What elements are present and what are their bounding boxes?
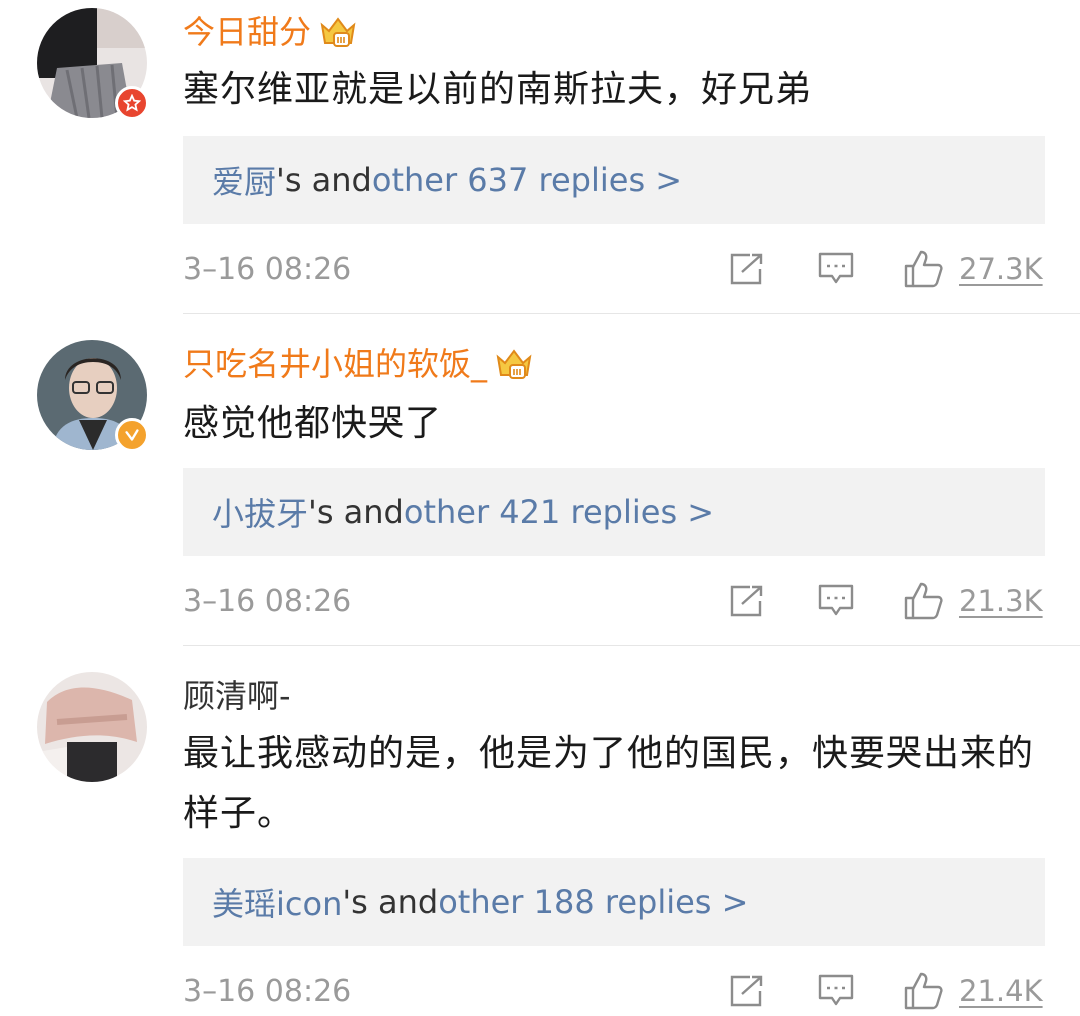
comment-icon: [818, 252, 854, 284]
comment-text: 感觉他都快哭了: [183, 403, 443, 444]
reply-connector: 's and: [276, 161, 372, 199]
username[interactable]: 顾清啊-: [183, 676, 291, 716]
like-icon: [904, 972, 943, 1010]
more-replies-link[interactable]: other 637 replies >: [372, 161, 682, 199]
reply-author[interactable]: 美瑶icon: [212, 879, 342, 925]
comment-icon: [818, 974, 854, 1006]
more-replies-link[interactable]: other 188 replies >: [438, 883, 748, 921]
verified-badge: [115, 418, 149, 452]
checkmark-icon: [125, 429, 139, 441]
comment-button[interactable]: [817, 251, 855, 287]
divider: [183, 313, 1080, 314]
avatar[interactable]: [37, 672, 147, 782]
replies-preview[interactable]: 小拔牙's and other 421 replies >: [183, 468, 1045, 556]
comment-footer: 3–16 08:26 21.4K: [183, 966, 1045, 1016]
star-badge: [115, 86, 149, 120]
share-icon: [730, 975, 763, 1007]
like-count: 27.3K: [959, 252, 1043, 286]
username-text: 只吃名井小姐的软饭_: [183, 345, 488, 383]
comment-button[interactable]: [817, 583, 855, 619]
like-button[interactable]: 21.4K: [903, 971, 1043, 1011]
reply-connector: 's and: [342, 883, 439, 921]
comment-text: 塞尔维亚就是以前的南斯拉夫，好兄弟: [183, 69, 813, 110]
comment-icon: [818, 584, 854, 616]
crown-icon: [320, 17, 356, 47]
comment-button[interactable]: [817, 973, 855, 1009]
username[interactable]: 今日甜分: [183, 12, 357, 52]
replies-preview[interactable]: 美瑶icon's and other 188 replies >: [183, 858, 1045, 946]
share-button[interactable]: [728, 974, 766, 1008]
reply-connector: 's and: [308, 493, 404, 531]
share-button[interactable]: [728, 252, 766, 286]
username-text: 顾清啊-: [183, 677, 291, 715]
share-icon: [730, 585, 763, 617]
star-icon: [123, 94, 141, 112]
crown-icon: [496, 349, 532, 379]
like-icon: [904, 250, 943, 288]
like-button[interactable]: 27.3K: [903, 249, 1043, 289]
replies-preview[interactable]: 爱厨's and other 637 replies >: [183, 136, 1045, 224]
like-button[interactable]: 21.3K: [903, 581, 1043, 621]
username-text: 今日甜分: [183, 13, 312, 51]
divider: [183, 645, 1080, 646]
share-button[interactable]: [728, 584, 766, 618]
like-count: 21.3K: [959, 584, 1043, 618]
reply-author[interactable]: 小拔牙: [212, 489, 308, 535]
avatar-photo: [37, 672, 147, 782]
reply-author[interactable]: 爱厨: [212, 157, 276, 203]
comment-text: 最让我感动的是，他是为了他的国民，快要哭出来的样子。: [183, 733, 1035, 834]
share-icon: [730, 253, 763, 285]
comment-footer: 3–16 08:26 21.3K: [183, 576, 1045, 626]
like-count: 21.4K: [959, 974, 1043, 1008]
avatar[interactable]: [37, 8, 149, 120]
username[interactable]: 只吃名井小姐的软饭_: [183, 344, 533, 384]
more-replies-link[interactable]: other 421 replies >: [404, 493, 714, 531]
avatar[interactable]: [37, 340, 149, 452]
like-icon: [904, 582, 943, 620]
comment-footer: 3–16 08:26 27.3K: [183, 244, 1045, 294]
